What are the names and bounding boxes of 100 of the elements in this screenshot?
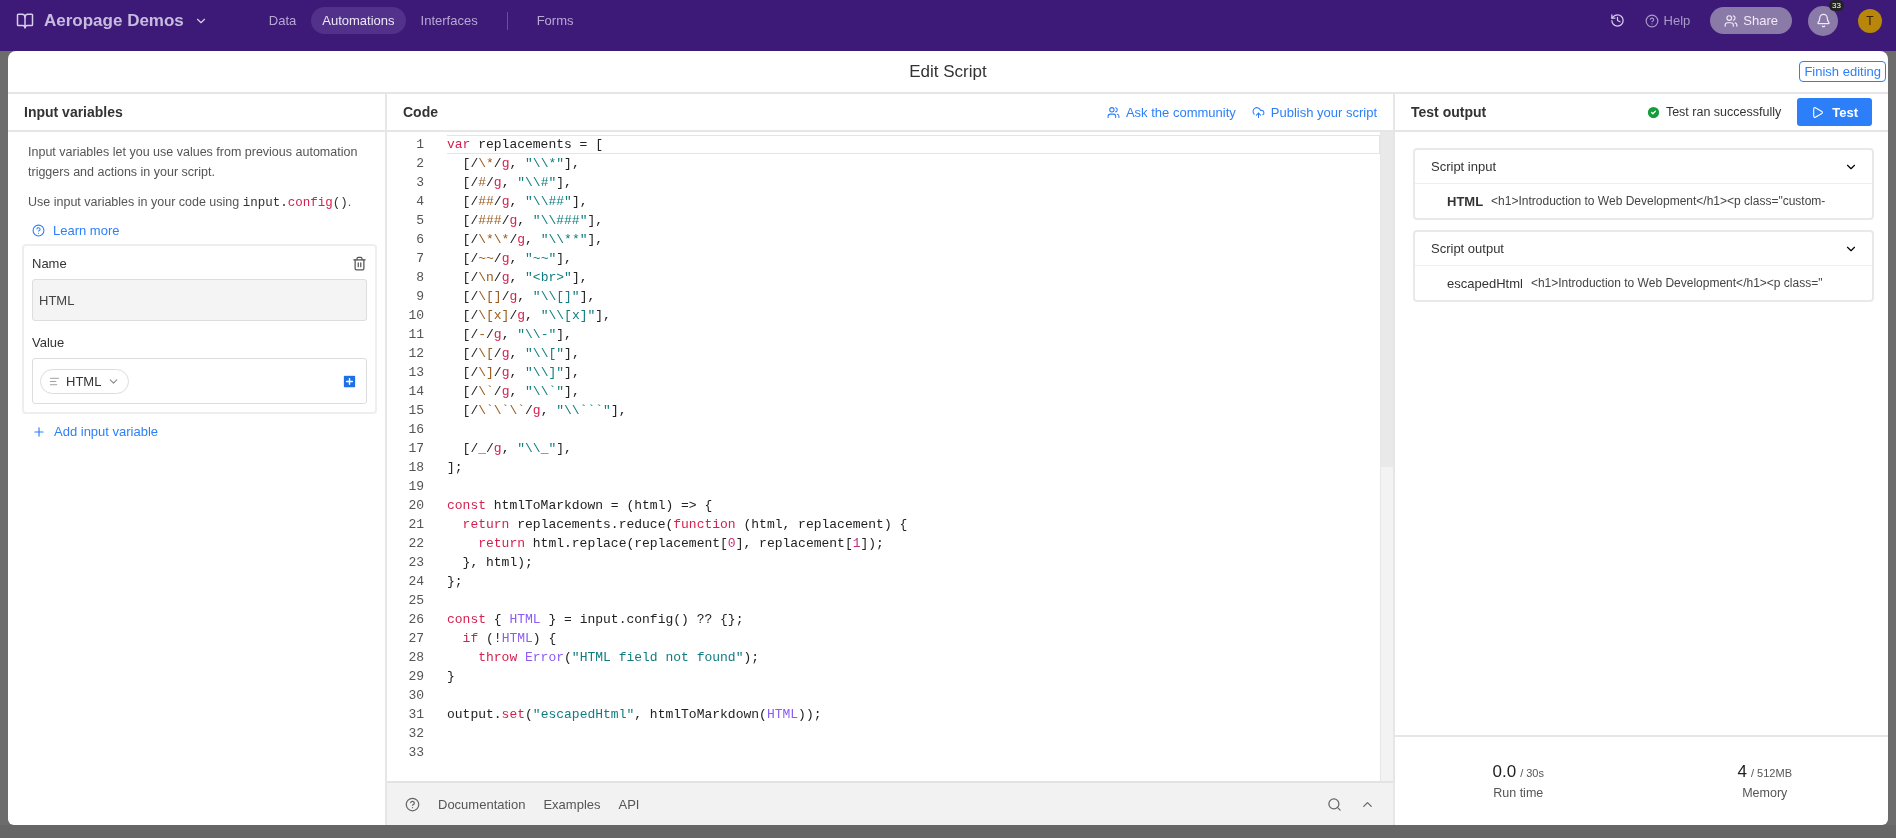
search-icon[interactable] [1327,796,1342,812]
people-icon [1106,105,1120,119]
code-line[interactable]: [/-/g, "\\-"], [447,325,1380,344]
scrollbar[interactable] [1380,132,1393,781]
line-number: 10 [407,308,424,323]
code-line[interactable]: [/\[/g, "\\["], [447,344,1380,363]
stat-value: 0.0 [1492,762,1517,781]
line-number: 6 [415,232,424,247]
code-line[interactable]: [/\n/g, "<br>"], [447,268,1380,287]
value-field[interactable]: HTML [32,358,367,404]
line-number: 18 [407,460,424,475]
line-number: 25 [407,593,424,608]
bell-icon [1815,13,1831,28]
help-link[interactable]: Help [1663,13,1691,28]
panel-title: Input variables [24,104,124,120]
value-token[interactable]: HTML [40,368,130,394]
footer-link[interactable]: API [618,796,640,812]
line-number: 13 [407,365,424,380]
user-avatar[interactable]: T [1858,8,1882,33]
variable-value: <h1>Introduction to Web Development</h1><p class="custom- [1491,194,1826,208]
stat-limit: / 512MB [1751,767,1792,779]
footer-link[interactable]: Examples [543,796,601,812]
ask-community-link[interactable]: Ask the community [1106,104,1236,120]
code-line[interactable]: [/###/g, "\\###"], [447,211,1380,230]
help-icon[interactable] [405,796,420,812]
trash-icon[interactable] [352,256,367,271]
section-header[interactable]: Script output [1415,232,1872,266]
test-button[interactable]: Test [1797,98,1872,126]
line-number: 21 [407,517,424,532]
code-line[interactable]: }, html); [447,553,1380,572]
code-line[interactable]: [/\`\`\`/g, "\\```"], [447,401,1380,420]
line-number: 26 [407,612,424,627]
code-line[interactable]: [/~~/g, "~~"], [447,249,1380,268]
add-input-variable-link[interactable]: Add input variable [32,424,385,439]
dialog-title: Edit Script [909,61,987,82]
play-icon [1811,105,1825,119]
workspace-name[interactable]: Aeropage Demos [44,10,184,31]
usage-text: Use input variables in your code using input.config(). [28,194,353,212]
status-text: Test ran successfully [1665,105,1782,119]
learn-more-link[interactable]: Learn more [32,223,365,238]
code-line[interactable]: } [447,667,1380,686]
publish-script-link[interactable]: Publish your script [1251,104,1377,120]
code-line[interactable]: [/\[x]/g, "\\[x]"], [447,306,1380,325]
history-icon[interactable] [1609,13,1625,28]
code-line[interactable]: [/##/g, "\\##"], [447,192,1380,211]
line-number: 28 [407,650,424,665]
nav-tab[interactable]: Data [257,7,308,34]
line-number: 33 [407,745,424,760]
line-number: 1 [415,137,424,152]
variable-name: escapedHtml [1447,275,1523,291]
stat-limit: / 30s [1520,767,1544,779]
code-line[interactable]: const { HTML } = input.config() ?? {}; [447,610,1380,629]
line-number: 22 [407,536,424,551]
cloud-upload-icon [1251,105,1265,119]
code-line[interactable]: }; [447,572,1380,591]
stat-value: 4 [1737,762,1747,781]
line-number: 5 [415,213,424,228]
section-header[interactable]: Script input [1415,150,1872,184]
name-field[interactable]: HTML [32,279,367,321]
line-number: 16 [407,422,424,437]
field-label: Value [32,335,65,350]
code-line[interactable]: [/_/g, "\\_"], [447,439,1380,458]
code-line[interactable]: var replacements = [ [447,135,1380,154]
description-text: Input variables let you use values from previous automation triggers and actions in your script. [28,144,359,181]
line-number: 9 [415,289,424,304]
code-line[interactable]: output.set("escapedHtml", htmlToMarkdown(HTML)); [447,705,1380,724]
code-line[interactable]: [/#/g, "\\#"], [447,173,1380,192]
help-icon [32,224,45,237]
line-number: 14 [407,384,424,399]
line-number: 20 [407,498,424,513]
line-number: 11 [407,327,424,342]
nav-tab[interactable]: Forms [525,7,585,34]
code-line[interactable]: [/\[]/g, "\\[]"], [447,287,1380,306]
code-line[interactable]: ]; [447,458,1380,477]
code-line[interactable]: throw Error("HTML field not found"); [447,648,1380,667]
code-line[interactable]: const htmlToMarkdown = (html) => { [447,496,1380,515]
code-line[interactable]: [/\]/g, "\\]"], [447,363,1380,382]
code-line[interactable]: if (!HTML) { [447,629,1380,648]
panel-title: Test output [1411,104,1488,120]
success-icon [1645,104,1661,120]
code-line[interactable]: [/\`/g, "\\`"], [447,382,1380,401]
code-line[interactable]: [/\*/g, "\\*"], [447,154,1380,173]
code-line[interactable]: return html.replace(replacement[0], replacement[1]); [447,534,1380,553]
finish-editing-button[interactable]: Finish editing [1799,61,1886,82]
code-line[interactable]: [/\*\*/g, "\\**"], [447,230,1380,249]
help-icon[interactable] [1644,13,1659,28]
nav-tab[interactable]: Interfaces [409,7,489,34]
line-number: 24 [407,574,424,589]
line-number: 3 [415,175,424,190]
stat-label: Memory [1742,786,1788,800]
line-number: 30 [407,688,424,703]
line-number: 7 [415,251,424,266]
add-value-button[interactable] [341,372,358,390]
panel-title: Code [403,104,439,120]
nav-tab[interactable]: Automations [311,7,406,34]
line-number: 15 [407,403,424,418]
code-line[interactable]: return replacements.reduce(function (html, replacement) { [447,515,1380,534]
variable-value: <h1>Introduction to Web Development</h1><p class=" [1530,276,1823,290]
line-number: 31 [407,707,424,722]
footer-link[interactable]: Documentation [438,796,526,812]
